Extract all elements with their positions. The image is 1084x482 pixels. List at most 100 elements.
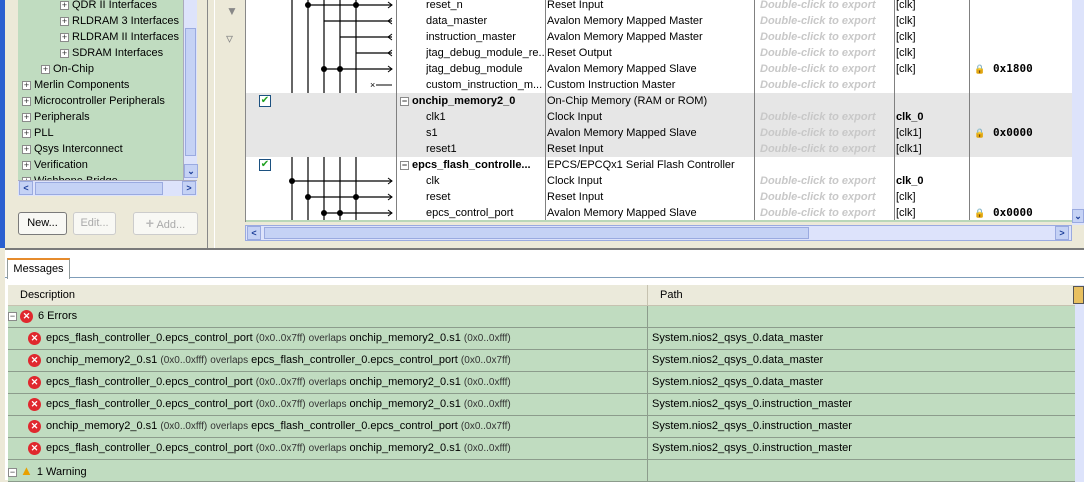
tree-item[interactable]: + Qsys Interconnect [22, 141, 123, 157]
name-cell[interactable]: − onchip_memory2_0 [400, 93, 545, 109]
new-button[interactable]: New... [18, 212, 67, 235]
scroll-right-icon[interactable]: > [1055, 226, 1069, 240]
tree-horizontal-scrollbar[interactable]: < > [18, 180, 197, 196]
port-row[interactable]: custom_instruction_m... Custom Instructio… [246, 77, 1072, 93]
error-message-row[interactable]: ✕ epcs_flash_controller_0.epcs_control_po… [8, 438, 1075, 460]
tree-item[interactable]: + Microcontroller Peripherals [22, 93, 165, 109]
clock-cell[interactable]: [clk] [896, 0, 968, 13]
export-cell[interactable]: Double-click to export [760, 205, 894, 221]
tree-item[interactable]: + QDR II Interfaces [60, 0, 157, 13]
collapse-icon[interactable]: − [8, 311, 17, 321]
column-path[interactable]: Path [652, 285, 852, 306]
tree-item[interactable]: + RLDRAM 3 Interfaces [60, 13, 179, 29]
export-cell[interactable]: Double-click to export [760, 141, 894, 157]
error-message-row[interactable]: ✕ onchip_memory2_0.s1 (0x0..0xfff) overla… [8, 350, 1075, 372]
error-message-row[interactable]: ✕ epcs_flash_controller_0.epcs_control_po… [8, 328, 1075, 350]
port-row[interactable]: reset Reset Input Double-click to export [c… [246, 189, 1072, 205]
export-cell[interactable]: Double-click to export [760, 77, 894, 93]
error-message-row[interactable]: ✕ epcs_flash_controller_0.epcs_control_po… [8, 394, 1075, 416]
expand-icon[interactable]: + [22, 112, 31, 122]
export-cell[interactable]: Double-click to export [760, 29, 894, 45]
edit-button[interactable]: Edit... [73, 212, 116, 235]
tree-item[interactable]: + SDRAM Interfaces [60, 45, 163, 61]
port-row[interactable]: reset1 Reset Input Double-click to export[… [246, 141, 1072, 157]
expand-icon[interactable]: + [60, 32, 69, 42]
tree-vertical-scrollbar[interactable]: ⌄ [183, 0, 198, 180]
table-vertical-scrollbar[interactable]: ⌄ [1072, 0, 1084, 225]
name-cell[interactable]: clk1 [426, 109, 545, 125]
clock-cell[interactable]: [clk] [896, 29, 968, 45]
name-cell[interactable]: − epcs_flash_controlle... [400, 157, 545, 173]
expand-icon[interactable]: + [22, 128, 31, 138]
base-address-cell[interactable]: 0x0000 [993, 205, 1033, 221]
scroll-left-icon[interactable]: < [247, 226, 261, 240]
name-cell[interactable]: clk [426, 173, 545, 189]
name-cell[interactable]: jtag_debug_module_re... [426, 45, 545, 61]
tree-item[interactable]: +Wishbone Bridge [22, 173, 118, 180]
scroll-down-icon[interactable]: ⌄ [1072, 209, 1084, 223]
collapse-icon[interactable]: − [400, 96, 409, 106]
tree-item[interactable]: + Peripherals [22, 109, 90, 125]
export-cell[interactable]: Double-click to export [760, 13, 894, 29]
message-group-warnings[interactable]: − ▲ 1 Warning [8, 460, 1075, 482]
clock-cell[interactable]: clk_0 [896, 109, 968, 125]
expand-icon[interactable]: + [60, 0, 69, 10]
port-row[interactable]: jtag_debug_module_re... Reset Output Doubl… [246, 45, 1072, 61]
expand-icon[interactable]: + [22, 80, 31, 90]
move-bottom-icon[interactable]: ▼ [226, 5, 240, 17]
tree-item[interactable]: + On-Chip [41, 61, 94, 77]
name-cell[interactable]: instruction_master [426, 29, 545, 45]
clock-cell[interactable]: [clk] [896, 205, 968, 221]
port-row[interactable]: data_master Avalon Memory Mapped Master Do… [246, 13, 1072, 29]
column-chooser-icon[interactable] [1073, 286, 1084, 304]
expand-icon[interactable]: + [22, 96, 31, 106]
port-row[interactable]: jtag_debug_module Avalon Memory Mapped Sl… [246, 61, 1072, 77]
clock-cell[interactable]: [clk1] [896, 141, 968, 157]
error-message-row[interactable]: ✕ onchip_memory2_0.s1 (0x0..0xfff) overla… [8, 416, 1075, 438]
export-cell[interactable]: Double-click to export [760, 173, 894, 189]
collapse-icon[interactable]: − [8, 467, 17, 477]
clock-cell[interactable]: [clk] [896, 13, 968, 29]
port-row[interactable]: reset_n Reset Input Double-click to export… [246, 0, 1072, 13]
port-row[interactable]: instruction_master Avalon Memory Mapped M… [246, 29, 1072, 45]
table-horizontal-scrollbar[interactable]: < > [245, 225, 1072, 241]
name-cell[interactable]: custom_instruction_m... [426, 77, 545, 93]
export-cell[interactable]: Double-click to export [760, 0, 894, 13]
ip-library-tree[interactable]: + QDR II Interfaces + RLDRAM 3 Interfaces + R… [18, 0, 184, 180]
expand-icon[interactable]: + [60, 16, 69, 26]
scroll-right-icon[interactable]: > [182, 181, 196, 195]
lock-icon[interactable]: 🔒 [974, 61, 985, 77]
name-cell[interactable]: reset1 [426, 141, 545, 157]
name-cell[interactable]: epcs_control_port [426, 205, 545, 221]
panel-splitter[interactable] [207, 0, 215, 248]
base-address-cell[interactable]: 0x1800 [993, 61, 1033, 77]
export-cell[interactable]: Double-click to export [760, 125, 894, 141]
collapse-icon[interactable]: − [400, 160, 409, 170]
messages-vertical-scrollbar[interactable] [1075, 285, 1084, 482]
export-cell[interactable]: Double-click to export [760, 109, 894, 125]
tree-item[interactable]: + PLL [22, 125, 54, 141]
clock-cell[interactable]: [clk] [896, 189, 968, 205]
tree-item[interactable]: + Verification [22, 157, 88, 173]
port-row[interactable]: clk Clock Input Double-click to export clk_… [246, 173, 1072, 189]
column-description[interactable]: Description [8, 285, 648, 306]
expand-icon[interactable]: + [22, 144, 31, 154]
name-cell[interactable]: reset_n [426, 0, 545, 13]
export-cell[interactable]: Double-click to export [760, 45, 894, 61]
use-checkbox[interactable]: ✔ [259, 159, 271, 171]
clock-cell[interactable]: [clk] [896, 45, 968, 61]
filter-icon[interactable]: ▿ [226, 30, 240, 46]
port-row[interactable]: clk1 Clock Input Double-click to export clk… [246, 109, 1072, 125]
scroll-down-icon[interactable]: ⌄ [184, 164, 198, 178]
tree-item[interactable]: + Merlin Components [22, 77, 129, 93]
name-cell[interactable]: s1 [426, 125, 545, 141]
add-button[interactable]: + Add... [133, 212, 198, 235]
tab-messages[interactable]: Messages [7, 258, 70, 279]
scroll-left-icon[interactable]: < [19, 181, 33, 195]
base-address-cell[interactable]: 0x0000 [993, 125, 1033, 141]
module-row[interactable]: ✔ − onchip_memory2_0 On-Chip Memory (RAM or… [246, 93, 1072, 109]
clock-cell[interactable]: clk_0 [896, 173, 968, 189]
lock-icon[interactable]: 🔒 [974, 205, 985, 221]
expand-icon[interactable]: + [60, 48, 69, 58]
port-row[interactable]: epcs_control_port Avalon Memory Mapped Sl… [246, 205, 1072, 221]
